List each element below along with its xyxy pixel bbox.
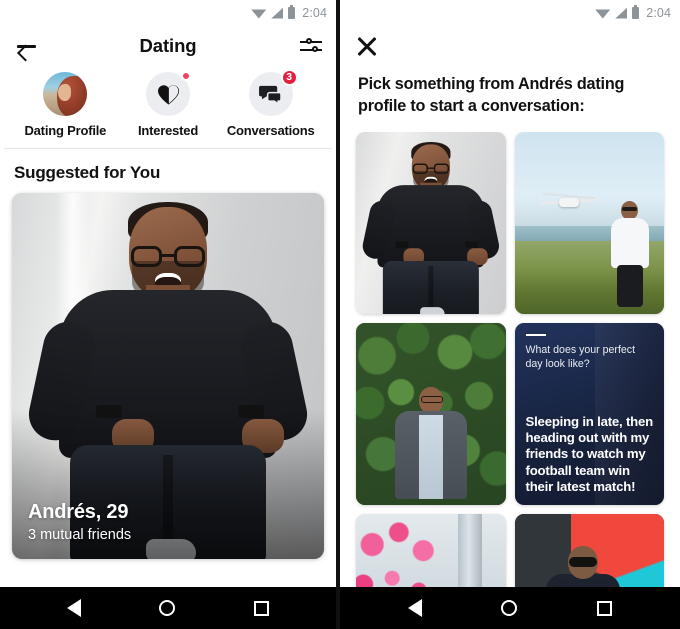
- dating-profile-avatar-wrap: [43, 72, 88, 116]
- interested-icon-wrap: [146, 71, 191, 116]
- status-badge: [181, 71, 191, 81]
- sliders-icon[interactable]: [300, 37, 322, 55]
- question-text: What does your perfect day look like?: [525, 344, 636, 370]
- prompt-text: Pick something from Andrés dating profil…: [358, 75, 625, 115]
- tile-photo-studio-portrait[interactable]: [356, 131, 506, 314]
- tab-label-interested: Interested: [137, 123, 199, 138]
- answer-text: Sleeping in late, then heading out with …: [525, 414, 654, 494]
- nav-back-icon[interactable]: [67, 599, 82, 617]
- screenshot-root: 2:04 Dating Dating Profile Interested 3 …: [0, 0, 680, 629]
- app-bar: Dating: [0, 26, 336, 66]
- heart-icon: [157, 84, 180, 105]
- nav-back-icon[interactable]: [407, 599, 422, 617]
- nav-recent-icon[interactable]: [253, 600, 269, 616]
- right-phone-screen: 2:04 Pick something from Andrés dating p…: [338, 0, 680, 629]
- status-badge: 3: [280, 69, 298, 86]
- profile-card-meta: Andrés, 29 3 mutual friends: [28, 501, 131, 543]
- section-title-suggested: Suggested for You: [14, 163, 161, 182]
- sidebar-item-conversations[interactable]: 3 Conversations: [219, 69, 322, 138]
- profile-content-grid: What does your perfect day look like? Sl…: [340, 131, 680, 587]
- dating-tab-bar: Dating Profile Interested 3 Conversation…: [4, 66, 332, 149]
- close-icon[interactable]: [356, 35, 378, 57]
- wifi-icon: [595, 9, 611, 19]
- profile-name: Andrés, 29: [28, 501, 129, 523]
- status-bar: 2:04: [340, 0, 680, 26]
- sidebar-item-dating-profile[interactable]: Dating Profile: [14, 72, 117, 138]
- sidebar-item-interested[interactable]: Interested: [117, 71, 220, 138]
- status-bar: 2:04: [0, 0, 336, 26]
- android-nav-bar: [0, 587, 336, 629]
- signal-icon: [271, 7, 284, 19]
- tile-photo-green-wall[interactable]: [356, 322, 506, 505]
- avatar: [43, 72, 88, 116]
- conversations-icon-wrap: 3: [248, 69, 298, 116]
- nav-recent-icon[interactable]: [597, 600, 613, 616]
- left-phone-screen: 2:04 Dating Dating Profile Interested 3 …: [0, 0, 338, 629]
- tile-photo-mural[interactable]: [514, 513, 664, 587]
- android-nav-bar: [340, 587, 680, 629]
- battery-icon: [632, 5, 640, 19]
- tab-label-dating-profile: Dating Profile: [24, 123, 107, 138]
- status-bar-time: 2:04: [646, 6, 671, 20]
- nav-home-icon[interactable]: [159, 600, 176, 616]
- status-bar-time: 2:04: [302, 6, 327, 20]
- tile-question-card[interactable]: What does your perfect day look like? Sl…: [514, 322, 664, 505]
- drone-icon: [541, 192, 598, 210]
- battery-icon: [288, 5, 296, 19]
- question-rule: [525, 333, 546, 337]
- mutual-friends-count: 3 mutual friends: [28, 527, 132, 543]
- tab-label-conversations: Conversations: [226, 123, 315, 138]
- page-title: Dating: [139, 35, 197, 56]
- close-bar: [340, 26, 680, 66]
- suggested-profile-card[interactable]: Andrés, 29 3 mutual friends: [12, 193, 324, 559]
- nav-home-icon[interactable]: [501, 600, 518, 616]
- signal-icon: [615, 7, 628, 19]
- wifi-icon: [251, 9, 267, 19]
- tile-photo-flowers[interactable]: [356, 513, 506, 587]
- chat-bubbles-icon: [258, 84, 283, 105]
- back-arrow-icon[interactable]: [14, 33, 40, 59]
- tile-photo-drone-coast[interactable]: [514, 131, 664, 314]
